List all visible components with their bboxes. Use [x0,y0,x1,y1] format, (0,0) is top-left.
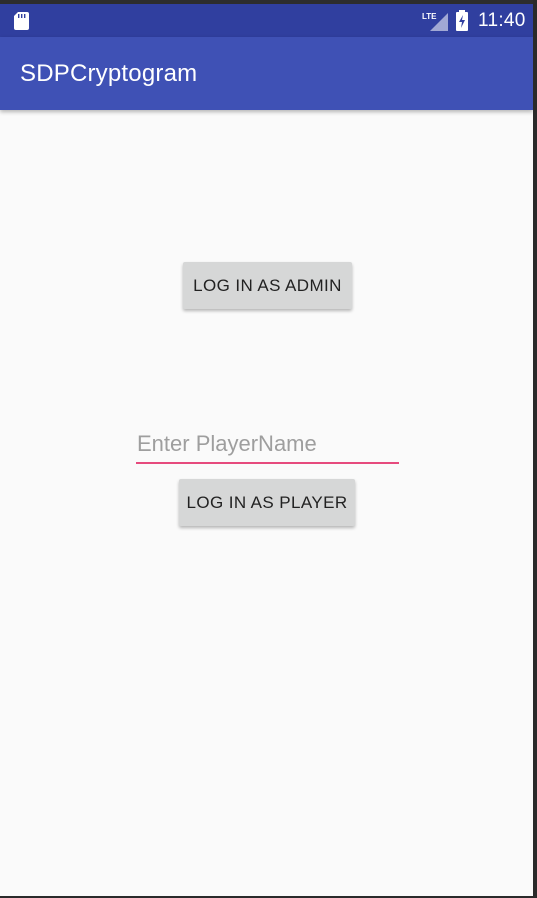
battery-charging-icon [456,10,468,31]
login-admin-button[interactable]: LOG IN AS ADMIN [183,262,352,309]
login-player-button[interactable]: LOG IN AS PLAYER [179,479,355,526]
status-bar: LTE 11:40 [0,0,533,37]
lte-label: LTE [422,12,437,21]
lte-signal-icon: LTE [422,12,448,31]
app-title: SDPCryptogram [20,60,198,87]
app-screen: LTE 11:40 SDPCryptogram LOG IN AS ADMIN … [0,0,533,896]
sd-card-icon [14,12,29,30]
window-edge-right [533,0,537,898]
app-bar: SDPCryptogram [0,37,533,110]
status-clock: 11:40 [478,10,526,31]
player-name-input[interactable] [136,426,399,464]
